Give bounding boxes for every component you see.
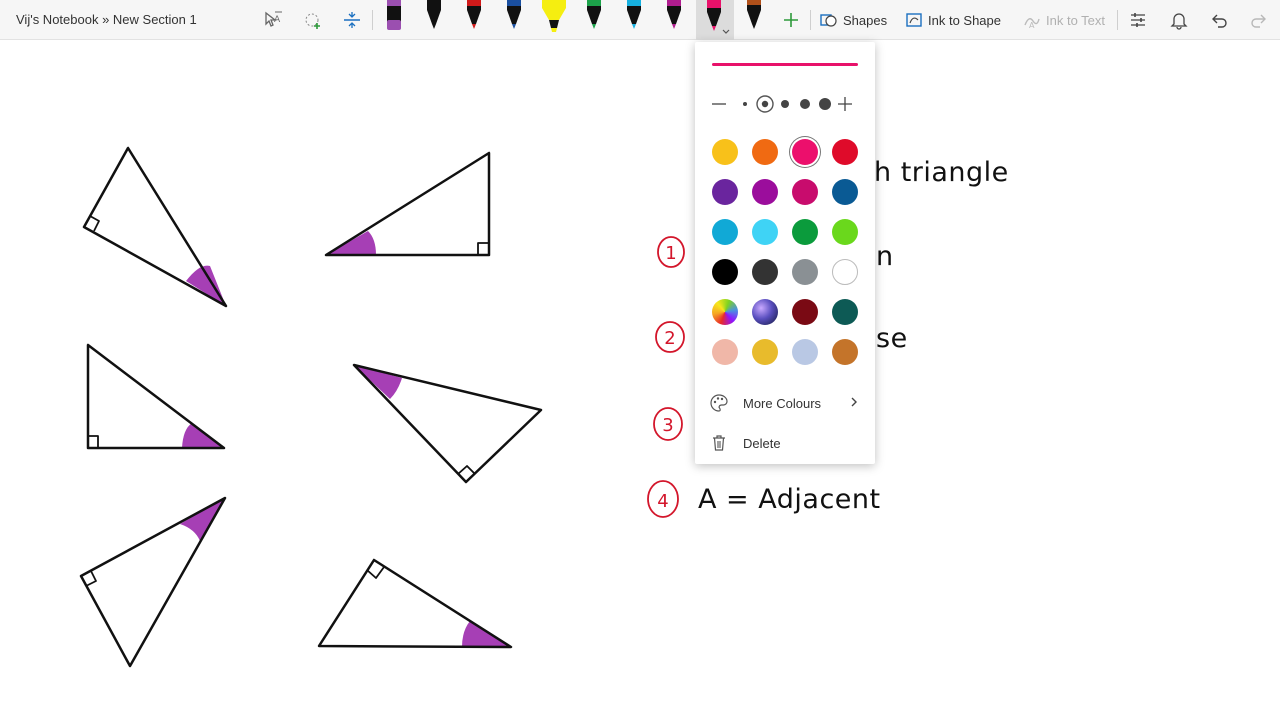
pen-green-icon[interactable] [580, 0, 608, 36]
color-swatch[interactable] [832, 219, 858, 245]
pen-black-icon[interactable] [420, 0, 448, 36]
triangle-3 [86, 343, 226, 450]
note-line-1: n [876, 241, 894, 272]
color-swatch[interactable] [832, 339, 858, 365]
chevron-right-icon [851, 397, 857, 407]
thickness-xs [743, 102, 747, 106]
color-swatch[interactable] [712, 139, 738, 165]
color-swatch[interactable] [792, 219, 818, 245]
shapes-icon [820, 14, 837, 27]
add-pen-icon[interactable] [779, 8, 803, 32]
bell-icon[interactable] [1167, 8, 1191, 32]
heading-ink: h triangle [874, 157, 1009, 188]
color-swatch[interactable] [712, 339, 738, 365]
pen-purple-icon[interactable] [380, 0, 408, 36]
color-swatch[interactable] [792, 299, 818, 325]
pen-pink-active-icon[interactable] [696, 0, 734, 40]
breadcrumb[interactable]: Vij's Notebook » New Section 1 [16, 12, 197, 27]
ink-to-shape-icon [906, 13, 922, 27]
pen-blue-icon[interactable] [500, 0, 528, 36]
notebook-canvas[interactable]: 1 2 3 4 h triangle n se A = Adjacent [0, 41, 1280, 720]
shapes-label: Shapes [843, 12, 888, 28]
number-1: 1 [665, 243, 676, 264]
color-swatch[interactable] [712, 299, 738, 325]
ink-to-shape-label: Ink to Shape [928, 12, 1001, 28]
color-swatch[interactable] [792, 139, 818, 165]
note-line-2: se [876, 323, 908, 354]
color-swatch[interactable] [832, 259, 858, 285]
trash-icon [713, 435, 725, 451]
pen-red-icon[interactable] [460, 0, 488, 36]
palette-icon [710, 394, 728, 412]
number-2: 2 [664, 328, 675, 349]
color-swatch[interactable] [752, 179, 778, 205]
color-swatch[interactable] [832, 299, 858, 325]
color-swatch[interactable] [712, 219, 738, 245]
ink-to-text-button[interactable]: A Ink to Text [1023, 8, 1105, 32]
color-swatch[interactable] [752, 259, 778, 285]
ink-to-text-icon: A [1024, 18, 1040, 29]
triangle-2 [324, 151, 491, 257]
shapes-button[interactable]: Shapes [820, 8, 887, 32]
svg-text:A: A [1029, 21, 1035, 29]
add-space-icon[interactable] [301, 8, 325, 32]
color-swatch[interactable] [792, 179, 818, 205]
pen-brown-icon[interactable] [740, 0, 768, 36]
ink-drawing: 1 2 3 4 [79, 146, 685, 668]
pen-magenta-icon[interactable] [660, 0, 688, 36]
color-swatch[interactable] [832, 179, 858, 205]
increase-thickness-icon [838, 97, 852, 111]
note-line-4: A = Adjacent [698, 484, 881, 515]
thickness-xl [819, 98, 831, 110]
color-swatch[interactable] [832, 139, 858, 165]
color-swatch[interactable] [752, 299, 778, 325]
number-4: 4 [657, 491, 668, 512]
color-swatch[interactable] [712, 259, 738, 285]
color-swatch[interactable] [792, 259, 818, 285]
triangle-4 [352, 363, 543, 484]
triangle-5 [79, 496, 227, 668]
delete-item[interactable]: Delete [695, 425, 875, 461]
color-swatch[interactable] [752, 139, 778, 165]
circled-numbers [647, 236, 685, 518]
triangle-6 [317, 558, 513, 649]
stroke-preview [712, 63, 858, 66]
redo-icon[interactable] [1247, 8, 1271, 32]
ink-to-text-label: Ink to Text [1046, 12, 1106, 28]
color-swatch[interactable] [712, 179, 738, 205]
pen-color-popup: More Colours Delete [695, 42, 875, 464]
delete-label: Delete [743, 435, 781, 451]
thickness-s [761, 100, 769, 108]
thickness-m [781, 100, 789, 108]
color-swatch[interactable] [752, 339, 778, 365]
triangle-1 [82, 146, 228, 308]
insert-space-icon[interactable] [340, 8, 364, 32]
number-3: 3 [662, 415, 673, 436]
highlighter-yellow-icon[interactable] [538, 0, 570, 36]
undo-icon[interactable] [1207, 8, 1231, 32]
toolbar: Vij's Notebook » New Section 1 A Shapes … [0, 0, 1280, 40]
pen-cyan-icon[interactable] [620, 0, 648, 36]
more-colours-label: More Colours [743, 395, 822, 411]
ink-to-shape-button[interactable]: Ink to Shape [905, 8, 1001, 32]
svg-text:A: A [274, 15, 281, 25]
ruler-settings-icon[interactable] [1126, 8, 1150, 32]
color-swatch[interactable] [752, 219, 778, 245]
lasso-select-icon[interactable]: A [261, 8, 285, 32]
more-colours-item[interactable]: More Colours [695, 385, 875, 421]
thickness-row [709, 94, 861, 114]
thickness-l [800, 99, 810, 109]
color-swatch[interactable] [792, 339, 818, 365]
